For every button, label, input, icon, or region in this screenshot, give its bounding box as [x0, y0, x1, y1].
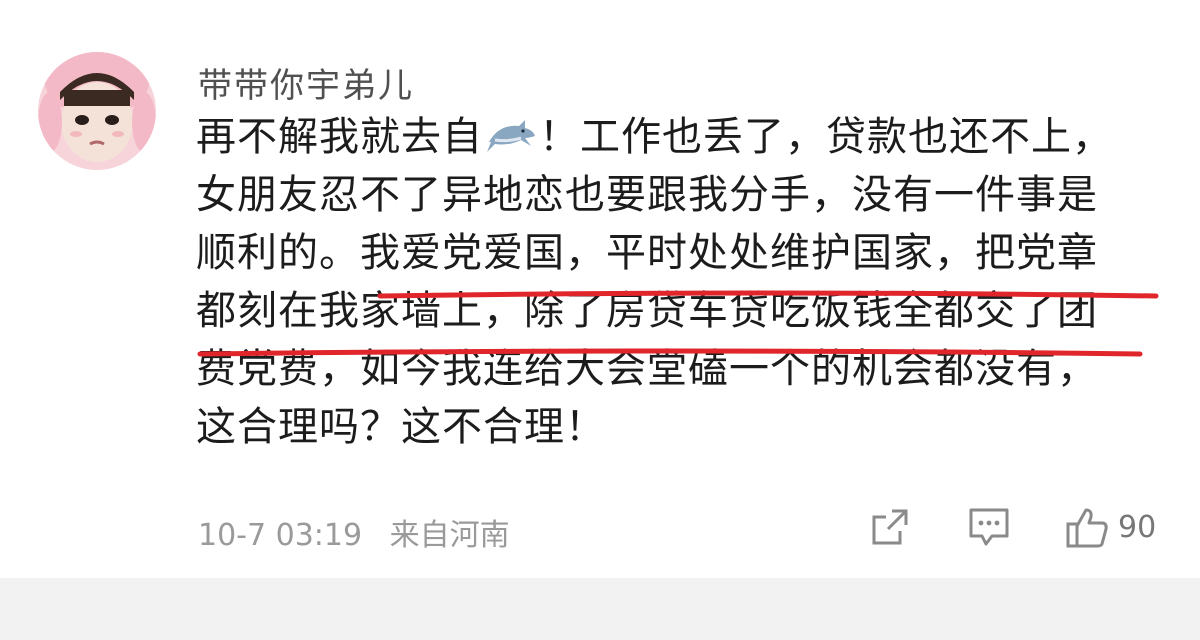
username[interactable]: 带带你宇弟儿	[198, 58, 414, 107]
comment-line-4: 都刻在我家墙上，除了房贷车贷吃饭钱全都交了团	[196, 282, 1176, 340]
text-segment: ！工作也丢了，贷款也还不上，	[539, 114, 1113, 160]
comment-line-3: 顺利的。我爱党爱国，平时处处维护国家，把党章	[196, 224, 1176, 282]
share-icon	[872, 509, 908, 545]
timestamp: 10-7 03:19	[198, 518, 363, 553]
comment-line-6: 这合理吗？这不合理！	[196, 404, 606, 450]
list-divider	[0, 578, 1200, 640]
comment-line-5: 费党费，如今我连给大会堂磕一个的机会都没有，	[196, 346, 1098, 392]
comment-meta: 10-7 03:19 来自河南	[198, 510, 528, 554]
reply-button[interactable]	[966, 504, 1012, 550]
text-segment: 都刻在我家墙上，除了房贷车贷吃饭钱全都交了团	[196, 288, 1098, 334]
like-count: 90	[1118, 509, 1157, 545]
thumbs-up-icon	[1066, 508, 1108, 548]
underlined-text: 都刻在我家墙上，除了房贷车贷吃饭钱全都交了团	[196, 282, 1098, 340]
text-segment: 再不解我就去自	[196, 114, 483, 160]
comment-text: 再不解我就去自 ！工作也丢了，贷款也还不上， 女朋友忍不了异地恋也要跟我分手，没…	[196, 108, 1176, 456]
underlined-text: 我爱党爱国，平时处处维护国家，把党章	[360, 224, 1098, 282]
comment-icon	[969, 508, 1009, 546]
share-button[interactable]	[868, 504, 912, 550]
comment-line-2: 女朋友忍不了异地恋也要跟我分手，没有一件事是	[196, 172, 1098, 218]
location: 来自河南	[389, 518, 510, 553]
avatar[interactable]	[38, 52, 156, 170]
like-button[interactable]: 90	[1064, 504, 1156, 550]
shark-icon	[485, 114, 537, 154]
comment-line-1: 再不解我就去自 ！工作也丢了，贷款也还不上，	[196, 108, 1176, 166]
comment-card: 带带你宇弟儿 再不解我就去自 ！工作也丢了，贷款也还不上， 女朋友忍不了异地恋也…	[0, 0, 1200, 578]
text-segment: 顺利的。	[196, 230, 360, 276]
text-segment: 我爱党爱国，平时处处维护国家，把党章	[360, 230, 1098, 276]
